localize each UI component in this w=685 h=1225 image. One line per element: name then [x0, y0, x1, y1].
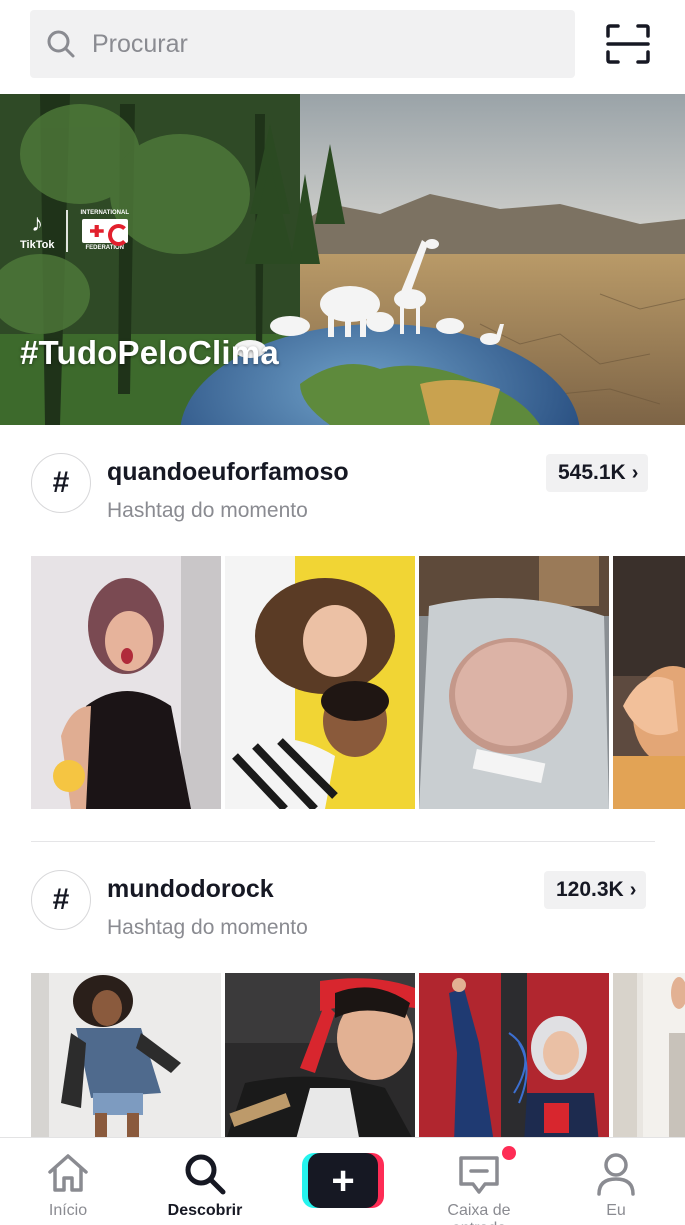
video-thumbnail[interactable]	[225, 973, 415, 1143]
tiktok-logo: ♪ TikTok	[20, 209, 55, 251]
video-thumbnail-image	[613, 556, 685, 809]
bottom-nav: Início Descobrir + Caixa de entrada Eu	[0, 1137, 685, 1225]
nav-label: Eu	[606, 1202, 626, 1219]
view-count: 120.3K	[556, 878, 624, 901]
scan-icon[interactable]	[606, 24, 650, 64]
hashtag-title[interactable]: quandoeuforfamoso	[107, 458, 349, 487]
inbox-icon	[459, 1156, 499, 1194]
view-count-button[interactable]: 545.1K ›	[546, 454, 649, 492]
section-divider	[31, 841, 655, 842]
view-count: 545.1K	[558, 461, 626, 484]
hashtag-icon: #	[31, 453, 91, 513]
video-thumbnail-image	[419, 973, 609, 1143]
hashtag-title[interactable]: mundodorock	[107, 875, 274, 904]
chevron-right-icon: ›	[631, 461, 639, 484]
ifrc-logo: INTERNATIONAL FEDERATION	[80, 210, 129, 251]
search-bar[interactable]	[30, 10, 575, 78]
video-thumbnail-image	[419, 556, 609, 809]
video-thumbnail-image	[613, 973, 685, 1143]
video-thumbnail[interactable]	[31, 973, 221, 1143]
search-input[interactable]	[92, 29, 532, 59]
banner-image	[0, 94, 685, 425]
video-thumbnail-image	[31, 556, 221, 809]
video-thumbnail[interactable]	[613, 556, 685, 809]
nav-home[interactable]: Início	[8, 1138, 128, 1225]
video-thumbnails	[31, 556, 685, 809]
banner-hashtag: #TudoPeloClima	[20, 334, 279, 371]
create-video-button[interactable]: +	[302, 1153, 384, 1208]
video-thumbnails	[31, 973, 685, 1143]
nav-label: Descobrir	[167, 1202, 243, 1219]
view-count-button[interactable]: 120.3K ›	[544, 871, 647, 909]
plus-icon: +	[308, 1153, 378, 1208]
video-thumbnail-image	[225, 973, 415, 1143]
nav-profile[interactable]: Eu	[556, 1138, 676, 1225]
chevron-right-icon: ›	[629, 878, 637, 901]
ifrc-line1: INTERNATIONAL	[80, 210, 129, 217]
hashtag-subtitle: Hashtag do momento	[107, 499, 308, 522]
logo-divider	[66, 210, 69, 252]
video-thumbnail[interactable]	[225, 556, 415, 809]
search-icon	[47, 30, 75, 58]
home-icon	[48, 1154, 88, 1192]
red-cross-crescent-icon	[81, 219, 129, 246]
hashtag-subtitle: Hashtag do momento	[107, 916, 308, 939]
nav-discover[interactable]: Descobrir	[145, 1138, 265, 1225]
tiktok-note-icon: ♪	[31, 209, 44, 237]
video-thumbnail-image	[225, 556, 415, 809]
nav-label: Início	[48, 1202, 88, 1219]
nav-label: Caixa de entrada	[447, 1202, 511, 1225]
top-bar	[0, 0, 685, 94]
hashtag-icon: #	[31, 870, 91, 930]
profile-icon	[597, 1153, 635, 1196]
ifrc-line2: FEDERATION	[85, 245, 124, 251]
search-icon	[185, 1154, 226, 1195]
video-thumbnail[interactable]	[419, 556, 609, 809]
video-thumbnail[interactable]	[613, 973, 685, 1143]
notification-dot	[502, 1146, 516, 1160]
campaign-banner[interactable]: ♪ TikTok INTERNATIONAL FEDERATION #TudoP…	[0, 94, 685, 425]
nav-inbox[interactable]: Caixa de entrada	[419, 1138, 539, 1225]
tiktok-logo-text: TikTok	[20, 238, 55, 251]
video-thumbnail-image	[31, 973, 221, 1143]
banner-logos: ♪ TikTok INTERNATIONAL FEDERATION	[20, 210, 129, 252]
video-thumbnail[interactable]	[31, 556, 221, 809]
video-thumbnail[interactable]	[419, 973, 609, 1143]
